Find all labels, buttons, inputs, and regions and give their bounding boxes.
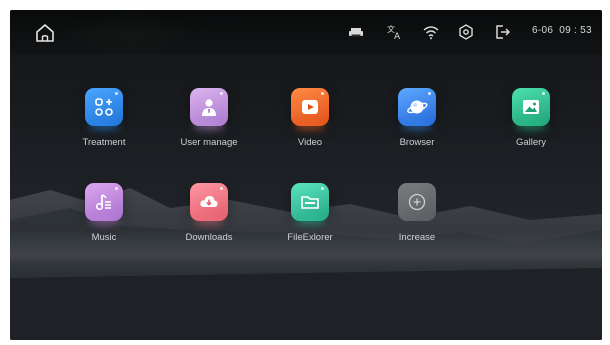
grid-plus-icon xyxy=(85,88,123,130)
user-icon xyxy=(190,88,228,130)
printer-icon[interactable] xyxy=(347,23,365,41)
app-fileexlorer[interactable]: FileExlorer xyxy=(255,183,365,261)
logout-icon[interactable] xyxy=(494,23,512,41)
app-label: Browser xyxy=(399,137,435,148)
cloud-download-icon xyxy=(190,183,228,225)
app-downloads[interactable]: Downloads xyxy=(154,183,264,261)
app-label: Music xyxy=(91,232,117,243)
app-increase[interactable]: Increase xyxy=(362,183,472,261)
planet-icon xyxy=(398,88,436,130)
time-text: 09 : 53 xyxy=(559,25,592,36)
app-user-manage[interactable]: User manage xyxy=(154,88,264,166)
app-treatment[interactable]: Treatment xyxy=(49,88,159,166)
app-browser[interactable]: Browser xyxy=(362,88,472,166)
date-text: 6-06 xyxy=(532,25,554,36)
home-screen: 文 A 6-06 09 : 53 Treatment User manage V… xyxy=(10,10,602,340)
video-play-icon xyxy=(291,88,329,130)
settings-gear-icon[interactable] xyxy=(457,23,475,41)
wifi-icon[interactable] xyxy=(422,23,440,41)
status-bar: 文 A 6-06 09 : 53 xyxy=(10,10,602,54)
app-label: Downloads xyxy=(185,232,233,243)
music-icon xyxy=(85,183,123,225)
folder-icon xyxy=(291,183,329,225)
app-music[interactable]: Music xyxy=(49,183,159,261)
app-label: Increase xyxy=(398,232,436,243)
app-gallery[interactable]: Gallery xyxy=(476,88,586,166)
app-label: Video xyxy=(297,137,323,148)
date-time: 6-06 09 : 53 xyxy=(532,25,592,36)
app-label: FileExlorer xyxy=(287,232,333,243)
home-icon[interactable] xyxy=(34,22,56,44)
plus-circle-icon xyxy=(398,183,436,221)
app-label: Gallery xyxy=(515,137,547,148)
translate-icon[interactable]: 文 A xyxy=(386,23,404,41)
app-video[interactable]: Video xyxy=(255,88,365,166)
image-icon xyxy=(512,88,550,130)
app-label: Treatment xyxy=(82,137,126,148)
svg-text:A: A xyxy=(394,32,401,41)
app-label: User manage xyxy=(180,137,238,148)
